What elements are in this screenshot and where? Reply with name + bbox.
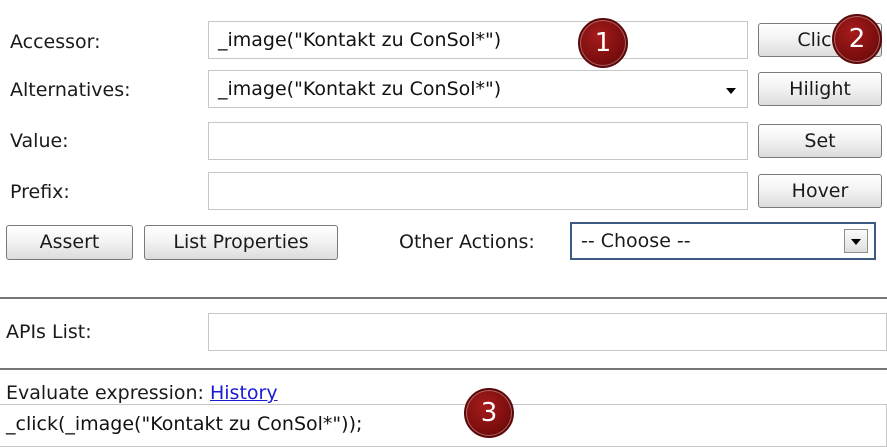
alternatives-selected-value: _image("Kontakt zu ConSol*") <box>218 78 502 100</box>
evaluate-expression-input[interactable]: _click(_image("Kontakt zu ConSol*")); <box>0 404 887 447</box>
section-divider-2 <box>0 368 887 370</box>
chevron-down-icon <box>851 239 861 245</box>
apis-list-select[interactable] <box>208 313 887 351</box>
value-label: Value: <box>10 130 69 152</box>
set-button[interactable]: Set <box>758 124 882 158</box>
other-actions-selected: -- Choose -- <box>581 230 691 252</box>
evaluate-label-text: Evaluate expression: <box>6 382 204 404</box>
callout-badge-2: 2 <box>832 14 882 64</box>
accessor-label: Accessor: <box>10 31 101 53</box>
history-link[interactable]: History <box>210 382 278 404</box>
alternatives-label: Alternatives: <box>10 79 131 101</box>
evaluate-expression-label: Evaluate expression: History <box>6 381 278 405</box>
list-properties-button[interactable]: List Properties <box>144 225 338 260</box>
prefix-label: Prefix: <box>10 181 70 203</box>
apis-list-label: APIs List: <box>6 321 92 343</box>
other-actions-dropdown-button[interactable] <box>844 229 868 253</box>
assert-button[interactable]: Assert <box>6 225 133 260</box>
hover-button[interactable]: Hover <box>758 174 882 208</box>
prefix-input[interactable] <box>208 172 748 210</box>
other-actions-select[interactable]: -- Choose -- <box>570 222 876 260</box>
accessor-input[interactable]: _image("Kontakt zu ConSol*") <box>208 21 748 59</box>
section-divider <box>0 297 887 299</box>
other-actions-label: Other Actions: <box>399 231 535 253</box>
hilight-button[interactable]: Hilight <box>758 72 882 106</box>
chevron-down-icon <box>726 88 736 94</box>
callout-badge-3: 3 <box>464 388 514 438</box>
value-input[interactable] <box>208 122 748 160</box>
callout-badge-1: 1 <box>578 18 628 68</box>
alternatives-select[interactable]: _image("Kontakt zu ConSol*") <box>208 70 748 108</box>
